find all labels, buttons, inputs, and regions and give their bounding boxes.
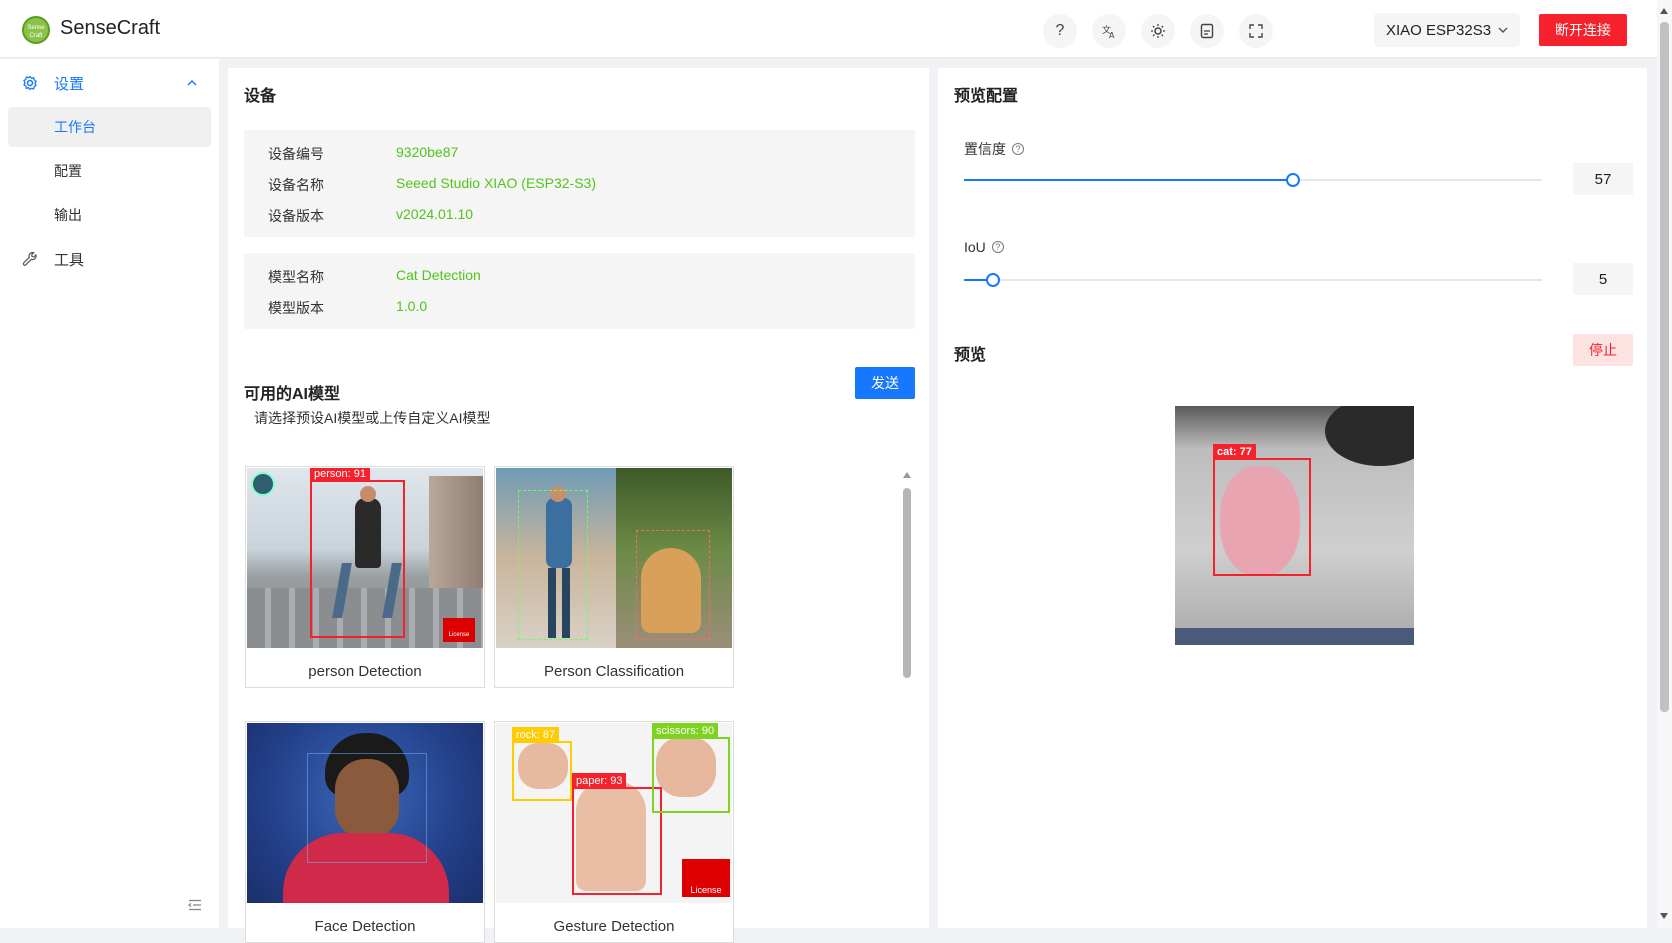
info-value: 1.0.0: [396, 298, 428, 314]
license-badge: License: [682, 859, 730, 897]
confidence-slider-fill: [964, 179, 1294, 181]
model-card-person-classification[interactable]: Person Classification: [494, 466, 734, 688]
fullscreen-button[interactable]: [1239, 14, 1273, 48]
model-card-name: Person Classification: [543, 663, 685, 680]
info-key: 设备名称: [268, 177, 324, 193]
sidebar: 设置 工作台 配置 输出 工具: [0, 59, 219, 928]
info-key: 设备版本: [268, 208, 324, 224]
sidebar-group-tools[interactable]: 工具: [0, 239, 219, 279]
detection-tag: paper: 93: [572, 773, 627, 789]
device-select-value: XIAO ESP32S3: [1386, 21, 1492, 39]
info-value: 9320be87: [396, 144, 459, 160]
detection-box: cat: 77: [1213, 444, 1311, 576]
confidence-label-text: 置信度: [964, 141, 1006, 157]
model-info-row: 模型版本 1.0.0: [268, 298, 427, 318]
help-circle-icon[interactable]: ?: [991, 241, 1004, 253]
sensecraft-logo-icon: Sense Craft: [22, 16, 50, 44]
document-icon: [1200, 23, 1214, 39]
info-key: 模型名称: [268, 269, 324, 285]
model-card-name: Gesture Detection: [553, 918, 675, 935]
sidebar-group-label: 工具: [54, 251, 85, 269]
ai-models-title: 可用的AI模型: [244, 386, 341, 403]
model-info-row: 模型名称 Cat Detection: [268, 267, 481, 287]
collapse-sidebar-button[interactable]: [184, 894, 206, 916]
license-badge: License: [443, 618, 475, 642]
detection-tag: rock: 87: [512, 727, 560, 743]
camera-preview: cat: 77: [1175, 406, 1414, 645]
translate-icon: 文A: [1102, 24, 1115, 39]
sidebar-group-label: 设置: [54, 75, 85, 93]
gear-icon: [23, 75, 37, 91]
detection-box: paper: 93: [572, 773, 662, 895]
model-thumbnail: [496, 468, 732, 648]
detection-tag: person: 91: [310, 468, 370, 482]
page-scroll-thumb[interactable]: [1660, 22, 1669, 712]
sidebar-item-workbench[interactable]: 工作台: [8, 107, 211, 147]
model-list-scroll-thumb[interactable]: [903, 488, 911, 678]
wrench-icon: [22, 251, 37, 266]
document-button[interactable]: [1190, 14, 1224, 48]
fullscreen-icon: [1249, 24, 1263, 38]
info-key: 设备编号: [268, 146, 324, 162]
confidence-input[interactable]: 57: [1573, 163, 1633, 195]
app-header: Sense Craft SenseCraft ? 文A XIAO ESP32S3…: [0, 0, 1657, 58]
stop-button[interactable]: 停止: [1573, 334, 1633, 366]
model-card-person-detection[interactable]: person: 91 License person Detection: [245, 466, 485, 688]
model-card-name: Face Detection: [314, 918, 416, 935]
device-info-row: 设备名称 Seeed Studio XIAO (ESP32-S3): [268, 175, 596, 195]
iou-slider-track[interactable]: [964, 279, 1542, 281]
iou-input[interactable]: 5: [1573, 263, 1633, 295]
detection-box: person: 91: [310, 468, 405, 638]
model-thumbnail: rock: 87 paper: 93 scissors: 90 License: [496, 723, 732, 903]
iou-slider-handle[interactable]: [985, 273, 1000, 287]
model-thumbnail: person: 91 License: [247, 468, 483, 648]
scroll-up-icon: [1660, 8, 1668, 14]
preview-title: 预览: [954, 347, 987, 364]
device-info-box: 设备编号 9320be87 设备名称 Seeed Studio XIAO (ES…: [244, 130, 915, 237]
theme-icon: [1151, 24, 1165, 38]
iou-label: IoU ?: [964, 239, 1004, 255]
disconnect-button[interactable]: 断开连接: [1539, 14, 1627, 46]
model-info-box: 模型名称 Cat Detection 模型版本 1.0.0: [244, 253, 915, 329]
iou-label-text: IoU: [964, 239, 986, 255]
device-select[interactable]: XIAO ESP32S3: [1374, 13, 1520, 47]
model-card-gesture-detection[interactable]: rock: 87 paper: 93 scissors: 90 License …: [494, 721, 734, 943]
sidebar-item-output[interactable]: 输出: [8, 195, 211, 235]
send-button[interactable]: 发送: [855, 367, 915, 399]
info-value: v2024.01.10: [396, 206, 474, 222]
detection-box: rock: 87: [512, 727, 572, 801]
info-value: Cat Detection: [396, 267, 481, 283]
theme-button[interactable]: [1141, 14, 1175, 48]
detection-tag: scissors: 90: [652, 723, 719, 739]
device-info-row: 设备编号 9320be87: [268, 144, 458, 164]
detection-tag: cat: 77: [1213, 444, 1256, 460]
chevron-up-icon: [187, 80, 197, 86]
menu-fold-icon: [188, 899, 201, 911]
preview-config-title: 预览配置: [954, 88, 1019, 105]
device-info-row: 设备版本 v2024.01.10: [268, 206, 473, 226]
brand-name: SenseCraft: [60, 17, 161, 39]
help-circle-icon[interactable]: ?: [1012, 143, 1024, 155]
info-key: 模型版本: [268, 300, 324, 316]
chevron-down-icon: [1498, 27, 1508, 33]
confidence-label: 置信度 ?: [964, 139, 1024, 159]
model-card-face-detection[interactable]: Face Detection: [245, 721, 485, 943]
detection-box: scissors: 90: [652, 723, 730, 813]
model-card-name: person Detection: [308, 663, 422, 680]
info-value: Seeed Studio XIAO (ESP32-S3): [396, 175, 596, 191]
device-title: 设备: [244, 88, 277, 105]
translate-button[interactable]: 文A: [1092, 14, 1126, 48]
scroll-down-icon: [1660, 913, 1668, 919]
model-thumbnail: [247, 723, 483, 903]
sidebar-item-config[interactable]: 配置: [8, 151, 211, 191]
help-icon: ?: [1055, 22, 1065, 39]
badge-icon: [251, 472, 275, 496]
scroll-up-icon: [903, 472, 911, 478]
help-button[interactable]: ?: [1043, 14, 1077, 48]
logo-text: Sense Craft: [27, 25, 45, 39]
svg-text:A: A: [1109, 31, 1115, 39]
sidebar-group-settings[interactable]: 设置: [0, 63, 219, 103]
ai-models-subtitle: 请选择预设AI模型或上传自定义AI模型: [254, 410, 491, 426]
